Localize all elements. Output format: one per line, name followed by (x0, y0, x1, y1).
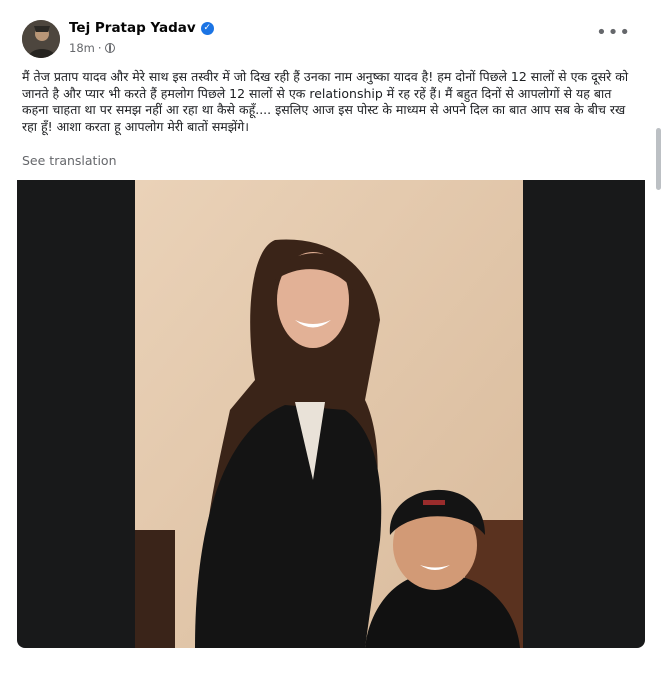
post-card: Tej Pratap Yadav ✓ 18m · ••• मैं तेज प्र… (17, 12, 645, 648)
photo-illustration (135, 180, 523, 648)
post-header: Tej Pratap Yadav ✓ 18m · ••• (17, 12, 645, 62)
globe-icon[interactable] (104, 43, 115, 53)
post-body-text: मैं तेज प्रताप यादव और मेरे साथ इस तस्वी… (22, 69, 629, 134)
post-photo[interactable] (135, 180, 523, 648)
page-scrollbar[interactable] (656, 128, 661, 190)
author-row: Tej Pratap Yadav ✓ (69, 20, 214, 36)
author-name[interactable]: Tej Pratap Yadav (69, 20, 196, 36)
verified-badge-icon: ✓ (200, 21, 214, 35)
meta-separator: · (97, 41, 102, 55)
post-meta: 18m · (69, 41, 115, 55)
post-photo-container[interactable] (17, 180, 645, 648)
author-avatar[interactable] (22, 20, 60, 58)
avatar-image (22, 20, 60, 58)
see-translation-link[interactable]: See translation (22, 153, 117, 168)
post-time[interactable]: 18m (69, 41, 95, 55)
more-options-icon[interactable]: ••• (596, 24, 631, 42)
